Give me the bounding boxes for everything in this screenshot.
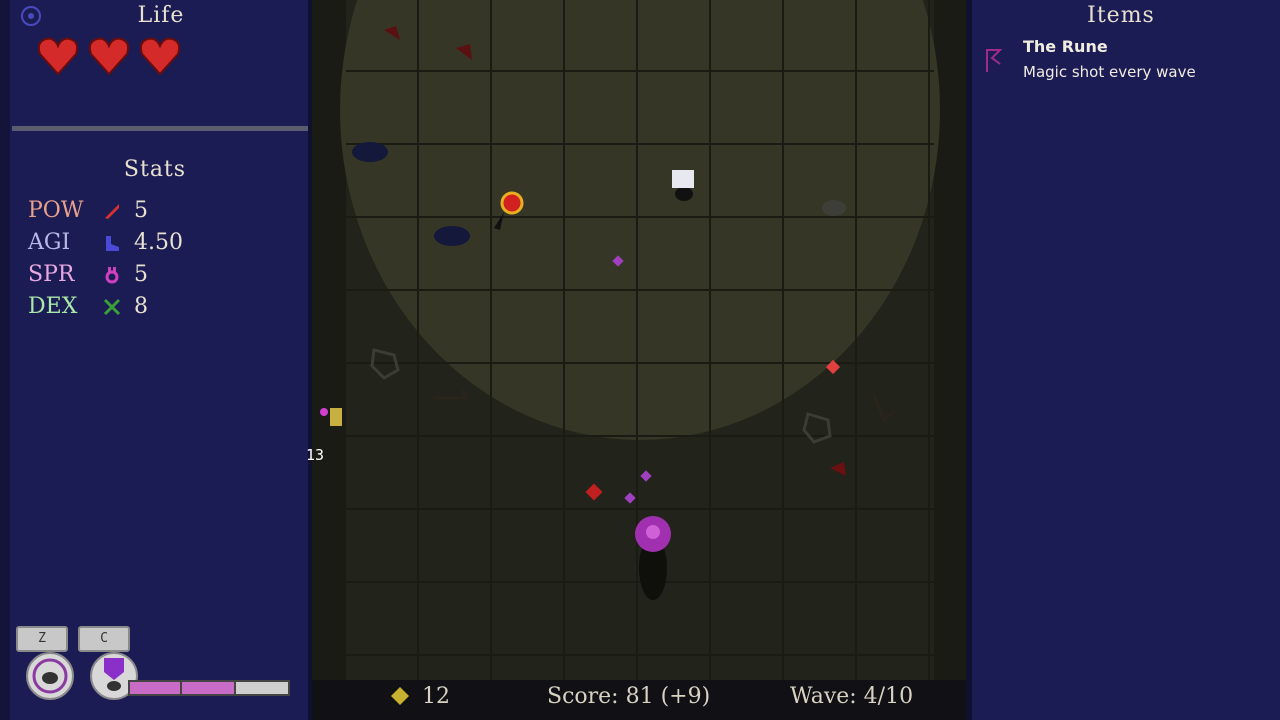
item-name: The Rune — [1023, 37, 1108, 56]
dash-ability-button[interactable] — [26, 652, 74, 700]
mana-segment-divider — [234, 682, 236, 694]
debris — [434, 226, 470, 246]
stat-value: 8 — [134, 294, 148, 319]
sword-icon — [105, 204, 119, 219]
spirit-icon — [105, 267, 119, 284]
item-description: Magic shot every wave — [1023, 63, 1196, 81]
key-z-label: Z — [16, 626, 68, 652]
ghost-enemy — [672, 170, 694, 188]
stat-name: DEX — [28, 294, 78, 319]
mana-bar — [128, 680, 290, 696]
target-icon — [21, 6, 41, 26]
rune-icon — [986, 49, 1003, 72]
stat-name: SPR — [28, 262, 75, 287]
left-panel — [0, 0, 312, 720]
stat-value: 5 — [134, 198, 148, 223]
dash-icon — [32, 658, 68, 694]
heart-icon — [88, 37, 130, 76]
stat-name: AGI — [28, 230, 71, 255]
coin-icon — [391, 687, 409, 705]
shadow — [675, 187, 693, 201]
stat-name: POW — [28, 198, 84, 223]
player-core — [646, 525, 660, 539]
debris — [822, 200, 846, 216]
panel-divider — [12, 126, 308, 131]
crossed-swords-icon — [103, 298, 121, 316]
life-title: Life — [137, 3, 185, 28]
wave-text: Wave: 4/10 — [790, 684, 914, 709]
key-c-label: C — [78, 626, 130, 652]
stat-value: 4.50 — [134, 230, 183, 255]
magic-spark — [320, 408, 328, 416]
mana-segment-divider — [180, 682, 182, 694]
boot-icon — [106, 236, 119, 251]
coin-count: 12 — [422, 684, 450, 709]
mana-fill — [130, 682, 234, 694]
score-text: Score: 81 (+9) — [547, 684, 711, 709]
stat-value: 5 — [134, 262, 148, 287]
yellow-enemy — [330, 408, 342, 426]
heart-icon — [37, 37, 79, 76]
damage-number: 13 — [306, 446, 325, 464]
fire-orb-enemy — [500, 191, 524, 215]
right-panel — [966, 0, 1280, 720]
game-arena[interactable] — [312, 0, 966, 680]
items-title: Items — [1087, 3, 1155, 28]
stats-title: Stats — [123, 157, 187, 182]
dungeon-floor — [312, 0, 966, 680]
debris — [352, 142, 388, 162]
heart-icon — [139, 37, 181, 76]
